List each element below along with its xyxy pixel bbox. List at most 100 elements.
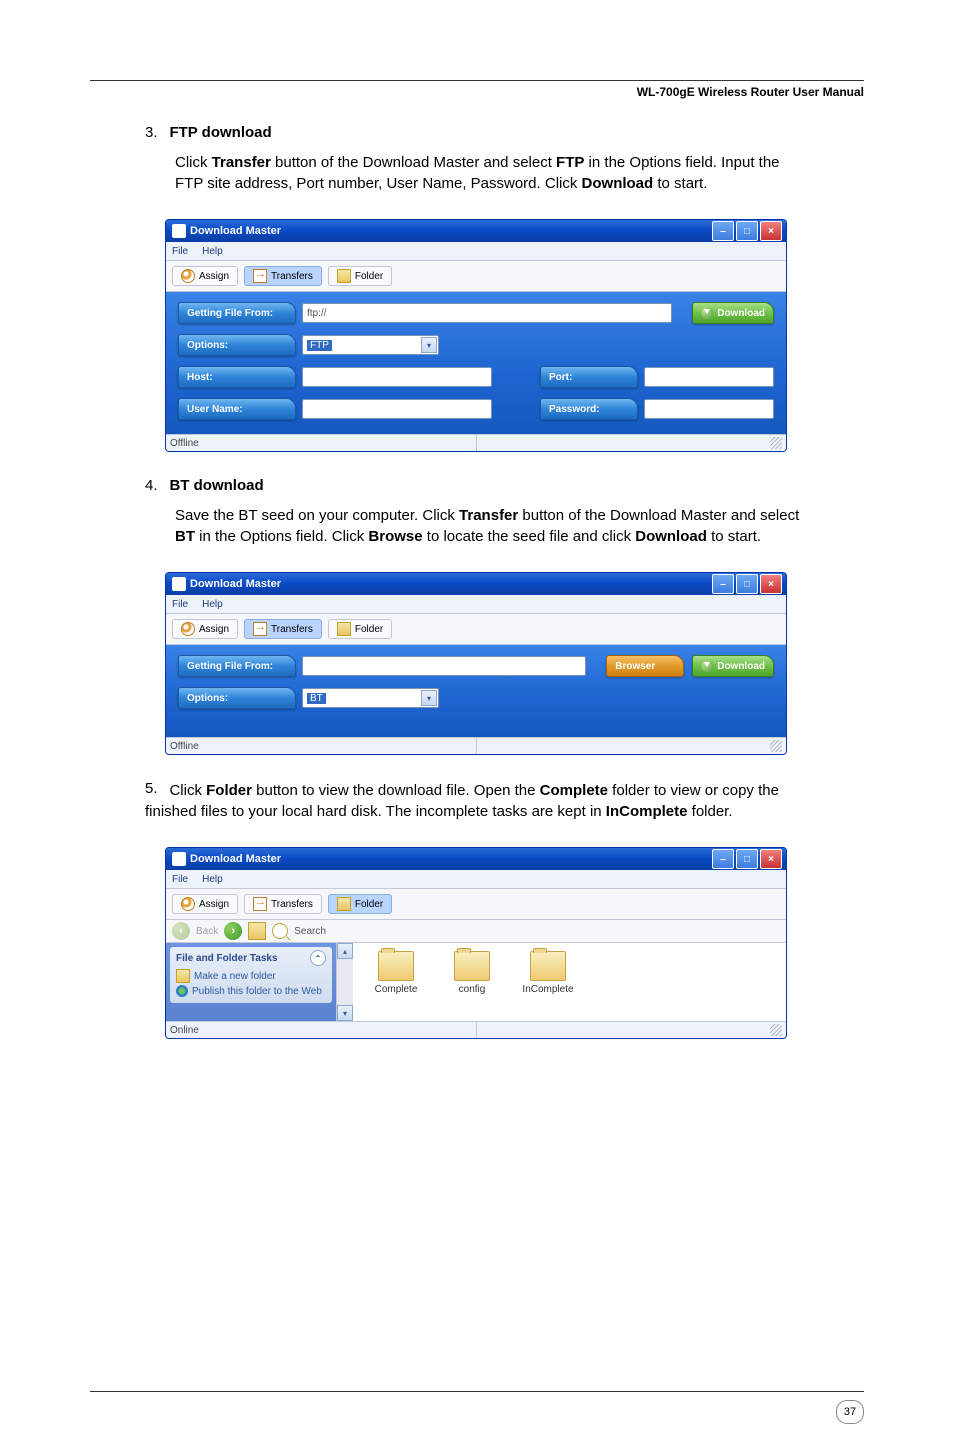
nav-forward-button[interactable]: ›	[224, 922, 242, 940]
label-port: Port:	[540, 366, 638, 388]
menu-file[interactable]: File	[172, 874, 188, 885]
nav-search-label: Search	[294, 926, 326, 937]
resize-grip[interactable]	[770, 437, 782, 449]
label-host: Host:	[178, 366, 296, 388]
folder-icon	[530, 951, 566, 981]
download-master-window-folder: Download Master – □ × File Help Assign T…	[165, 847, 787, 1039]
download-button[interactable]: Download	[692, 302, 774, 324]
menu-file[interactable]: File	[172, 599, 188, 610]
resize-grip[interactable]	[770, 740, 782, 752]
scroll-down-icon[interactable]: ▾	[337, 1005, 353, 1021]
step5-body: Click Folder button to view the download…	[145, 782, 779, 820]
status-text: Online	[170, 1025, 199, 1036]
statusbar: Offline	[166, 737, 786, 754]
tab-assign[interactable]: Assign	[172, 266, 238, 286]
folder-icon	[337, 622, 351, 636]
nav-back-label: Back	[196, 926, 218, 937]
scrollbar[interactable]: ▴ ▾	[336, 943, 353, 1021]
statusbar: Offline	[166, 434, 786, 451]
label-password: Password:	[540, 398, 638, 420]
titlebar[interactable]: Download Master – □ ×	[166, 573, 786, 595]
tab-transfers[interactable]: Transfers	[244, 266, 322, 286]
step4-heading: BT download	[169, 477, 263, 494]
status-text: Offline	[170, 438, 199, 449]
download-icon	[701, 660, 713, 672]
step3-number: 3.	[145, 124, 165, 141]
search-icon[interactable]	[272, 923, 288, 939]
maximize-button[interactable]: □	[736, 574, 758, 594]
close-button[interactable]: ×	[760, 849, 782, 869]
file-path-input[interactable]	[302, 656, 586, 676]
arrow-icon	[253, 622, 267, 636]
download-master-window-ftp: Download Master – □ × File Help Assign T…	[165, 219, 787, 452]
arrow-icon	[253, 897, 267, 911]
app-icon	[172, 224, 186, 238]
step5-number: 5.	[145, 780, 165, 797]
up-folder-icon[interactable]	[248, 922, 266, 940]
nav-back-button[interactable]: ‹	[172, 922, 190, 940]
collapse-button[interactable]: ⌃	[310, 950, 326, 966]
page-header-title: WL-700gE Wireless Router User Manual	[90, 85, 864, 99]
menu-help[interactable]: Help	[202, 874, 223, 885]
label-options: Options:	[178, 334, 296, 356]
task-publish[interactable]: Publish this folder to the Web	[176, 985, 326, 997]
folder-icon	[378, 951, 414, 981]
folder-complete[interactable]: Complete	[367, 951, 425, 995]
statusbar: Online	[166, 1021, 786, 1038]
step3-body: Click Transfer button of the Download Ma…	[175, 152, 809, 194]
port-input[interactable]	[644, 367, 774, 387]
lens-icon	[181, 897, 195, 911]
lens-icon	[181, 269, 195, 283]
options-select[interactable]: FTP▾	[302, 335, 439, 355]
password-input[interactable]	[644, 399, 774, 419]
host-input[interactable]	[302, 367, 492, 387]
chevron-down-icon: ▾	[421, 690, 437, 706]
task-new-folder[interactable]: Make a new folder	[176, 969, 326, 983]
tab-transfers[interactable]: Transfers	[244, 894, 322, 914]
arrow-icon	[253, 269, 267, 283]
resize-grip[interactable]	[770, 1024, 782, 1036]
browser-button[interactable]: Browser	[606, 655, 684, 677]
tab-folder[interactable]: Folder	[328, 619, 392, 639]
minimize-button[interactable]: –	[712, 574, 734, 594]
download-icon	[701, 307, 713, 319]
status-text: Offline	[170, 741, 199, 752]
page-number: 37	[836, 1400, 864, 1424]
task-panel-header: File and Folder Tasks	[176, 953, 278, 964]
scroll-up-icon[interactable]: ▴	[337, 943, 353, 959]
lens-icon	[181, 622, 195, 636]
folder-config[interactable]: config	[443, 951, 501, 995]
window-title: Download Master	[190, 853, 281, 865]
menu-help[interactable]: Help	[202, 246, 223, 257]
task-panel: File and Folder Tasks ⌃ Make a new folde…	[166, 943, 336, 1021]
step3-heading: FTP download	[169, 124, 271, 141]
tab-assign[interactable]: Assign	[172, 619, 238, 639]
url-input[interactable]: ftp://	[302, 303, 672, 323]
folder-incomplete[interactable]: InComplete	[519, 951, 577, 995]
maximize-button[interactable]: □	[736, 221, 758, 241]
close-button[interactable]: ×	[760, 574, 782, 594]
close-button[interactable]: ×	[760, 221, 782, 241]
options-select[interactable]: BT▾	[302, 688, 439, 708]
tab-folder[interactable]: Folder	[328, 266, 392, 286]
menu-file[interactable]: File	[172, 246, 188, 257]
step4-body: Save the BT seed on your computer. Click…	[175, 505, 809, 547]
titlebar[interactable]: Download Master – □ ×	[166, 220, 786, 242]
username-input[interactable]	[302, 399, 492, 419]
tab-assign[interactable]: Assign	[172, 894, 238, 914]
maximize-button[interactable]: □	[736, 849, 758, 869]
tab-transfers[interactable]: Transfers	[244, 619, 322, 639]
download-button[interactable]: Download	[692, 655, 774, 677]
minimize-button[interactable]: –	[712, 849, 734, 869]
titlebar[interactable]: Download Master – □ ×	[166, 848, 786, 870]
tab-folder[interactable]: Folder	[328, 894, 392, 914]
folder-icon	[454, 951, 490, 981]
app-icon	[172, 852, 186, 866]
label-username: User Name:	[178, 398, 296, 420]
minimize-button[interactable]: –	[712, 221, 734, 241]
menu-help[interactable]: Help	[202, 599, 223, 610]
window-title: Download Master	[190, 578, 281, 590]
app-icon	[172, 577, 186, 591]
folder-icon	[337, 897, 351, 911]
folder-pane: Complete config InComplete	[353, 943, 786, 1021]
